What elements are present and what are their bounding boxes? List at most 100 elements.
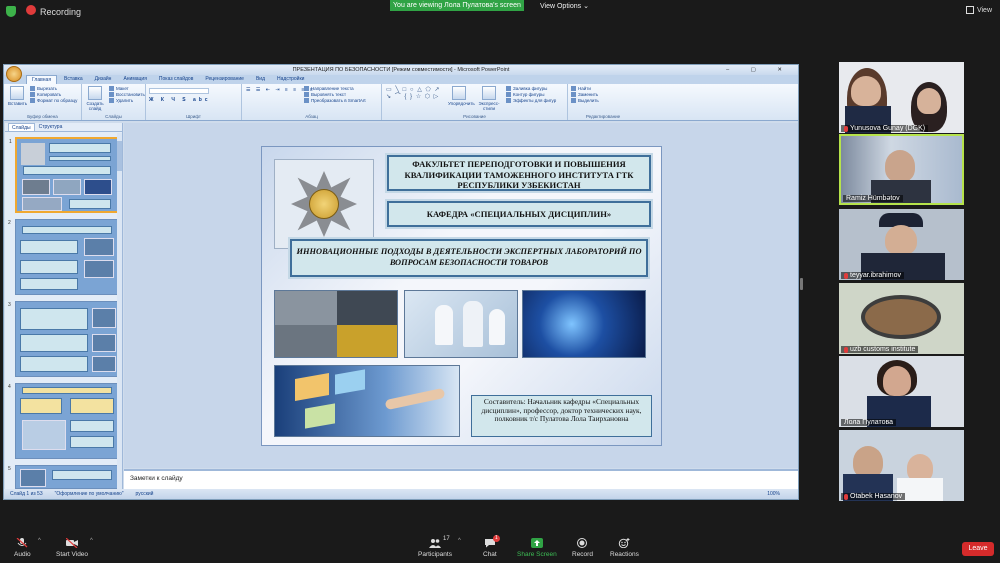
record-button[interactable]: Record — [572, 538, 593, 558]
recording-indicator[interactable]: Recording — [6, 5, 81, 17]
group-slides: Создать слайд Макет Восстановить Удалить… — [82, 84, 146, 120]
reactions-label: Reactions — [610, 551, 639, 558]
leave-button[interactable]: Leave — [962, 542, 994, 556]
delete-label: Удалить — [116, 98, 134, 103]
quick-styles-icon — [482, 86, 496, 100]
language[interactable]: русский — [136, 489, 154, 499]
select-button[interactable]: Выделить — [571, 98, 635, 104]
scientist-figure — [463, 301, 483, 347]
author-caption-box: Составитель: Начальник кафедры «Специаль… — [471, 395, 652, 437]
new-slide-button[interactable]: Создать слайд — [85, 86, 105, 111]
scientist-figure — [435, 305, 453, 345]
record-dot-icon — [26, 5, 36, 15]
tab-slideshow[interactable]: Показ слайдов — [154, 75, 198, 84]
thumbnails-scrollbar[interactable] — [117, 133, 122, 489]
arrange-icon — [452, 86, 466, 100]
thumb-photo — [92, 356, 116, 372]
grid-icon — [965, 6, 974, 14]
chat-badge: 1 — [492, 535, 500, 542]
ppt-status-bar: Слайд 1 из 53 "Оформление по умолчанию" … — [4, 489, 798, 499]
star-emblem-icon — [291, 171, 357, 237]
reactions-button[interactable]: Reactions — [610, 538, 639, 558]
tab-home[interactable]: Главная — [26, 75, 58, 84]
slide-thumbnail-5[interactable]: 5 — [8, 465, 119, 489]
chat-button[interactable]: 1 Chat — [483, 535, 500, 558]
group-clipboard: Вставить Вырезать Копировать Формат по о… — [4, 84, 82, 120]
tab-insert[interactable]: Вставка — [59, 75, 88, 84]
thumb-emblem — [21, 143, 45, 165]
image-card — [335, 369, 365, 395]
tab-view[interactable]: Вид — [251, 75, 270, 84]
format-label: Формат по образцу — [37, 98, 78, 103]
font-format-buttons[interactable]: Ж К Ч S abc — [149, 97, 238, 103]
audio-options-caret[interactable]: ^ — [38, 538, 41, 544]
select-label: Выделить — [578, 98, 599, 103]
group-paragraph: ☰ ☰ ⇤ ⇥ ≡ ≡ ≡ ≡ Направление текста Выров… — [242, 84, 382, 120]
shapes-gallery[interactable]: ▭ ╲ □ ○ △ ⬠ ↗ ↘ ⌒ { } ☆ ⬡ ▷ — [386, 87, 442, 101]
paste-label: Вставить — [8, 101, 28, 106]
video-tile[interactable]: Yunusova Gunay (DGK) — [839, 62, 964, 133]
current-slide[interactable]: ФАКУЛЬТЕТ ПЕРЕПОДГОТОВКИ И ПОВЫШЕНИЯ КВА… — [261, 146, 662, 446]
video-tile[interactable]: teyyar.ibrahimov — [839, 209, 964, 280]
video-options-caret[interactable]: ^ — [90, 538, 93, 544]
delete-slide-button[interactable]: Удалить — [109, 98, 145, 104]
split-resize-handle[interactable] — [800, 278, 803, 290]
slide-thumbnail-3[interactable]: 3 — [8, 301, 119, 377]
participant-name-tag: uzb customs institute — [841, 346, 919, 353]
view-options-button[interactable]: View Options ⌄ — [540, 2, 589, 10]
audio-button[interactable]: Audio — [14, 538, 31, 558]
paste-button[interactable]: Вставить — [8, 86, 28, 106]
slide-thumbnail-2[interactable]: 2 — [8, 219, 119, 295]
participant-name-tag: Yunusova Gunay (DGK) — [841, 125, 929, 132]
replace-label: Заменить — [578, 92, 599, 97]
participants-options-caret[interactable]: ^ — [458, 538, 461, 544]
video-tile[interactable]: Otabek Hasanov — [839, 430, 964, 501]
new-slide-label: Создать слайд — [86, 101, 104, 111]
chat-label: Chat — [483, 551, 497, 558]
share-screen-button[interactable]: Share Screen — [517, 538, 557, 558]
video-tile[interactable]: uzb customs institute — [839, 283, 964, 354]
pane-tab-slides[interactable]: Слайды — [8, 123, 35, 131]
office-button[interactable] — [6, 66, 22, 82]
align-text-icon — [304, 92, 309, 98]
view-mode-label: View — [976, 6, 992, 14]
pane-tab-outline[interactable]: Структура — [39, 123, 63, 131]
window-controls[interactable]: – ▢ ✕ — [726, 65, 792, 75]
arrange-button[interactable]: Упорядочить — [448, 86, 475, 106]
slide-thumbnail-1[interactable]: 1 — [9, 137, 119, 213]
font-name-select[interactable] — [149, 88, 209, 94]
format-painter-button[interactable]: Формат по образцу — [30, 98, 77, 104]
scrollbar-thumb[interactable] — [117, 141, 122, 171]
chevron-down-icon: ⌄ — [583, 3, 589, 10]
tab-design[interactable]: Дизайн — [90, 75, 117, 84]
recording-label: Recording — [40, 7, 82, 17]
slide-thumbnail-4[interactable]: 4 — [8, 383, 119, 459]
viewing-banner: You are viewing Лола Пулатова's screen — [390, 0, 524, 11]
view-mode-button[interactable]: View — [965, 6, 992, 14]
vehicle-photo — [337, 291, 397, 325]
meeting-controls: Audio ^ Start Video ^ Participants 17 ^ … — [0, 534, 1000, 563]
zoom-level[interactable]: 100% — [767, 489, 780, 499]
text-direction-icon — [304, 86, 309, 92]
view-options-label: View Options — [540, 3, 582, 10]
thumb-band — [20, 334, 88, 352]
smartart-button[interactable]: Преобразовать в SmartArt — [304, 98, 366, 104]
zoom-top-bar: Recording You are viewing Лола Пулатова'… — [0, 0, 1000, 22]
thumb-band — [52, 470, 112, 480]
slide-notes[interactable]: Заметки к слайду — [124, 469, 798, 489]
layout-icon — [109, 86, 114, 92]
tab-addins[interactable]: Надстройки — [272, 75, 309, 84]
reset-icon — [109, 92, 114, 98]
participant-name: Лола Пулатова — [844, 419, 894, 426]
tab-review[interactable]: Рецензирование — [200, 75, 249, 84]
video-tile[interactable]: Лола Пулатова — [839, 356, 964, 427]
start-video-button[interactable]: Start Video — [56, 538, 88, 558]
thumb-band — [22, 387, 112, 394]
vehicle-photo — [275, 291, 337, 325]
quick-styles-button[interactable]: Экспресс-стили — [476, 86, 502, 111]
mic-muted-icon — [844, 272, 848, 279]
video-tile-active-speaker[interactable]: Ramiz Hümbətov — [839, 134, 964, 205]
shape-effects-button[interactable]: Эффекты для фигур — [506, 98, 556, 104]
thumb-band — [23, 166, 111, 175]
tab-animation[interactable]: Анимация — [118, 75, 151, 84]
